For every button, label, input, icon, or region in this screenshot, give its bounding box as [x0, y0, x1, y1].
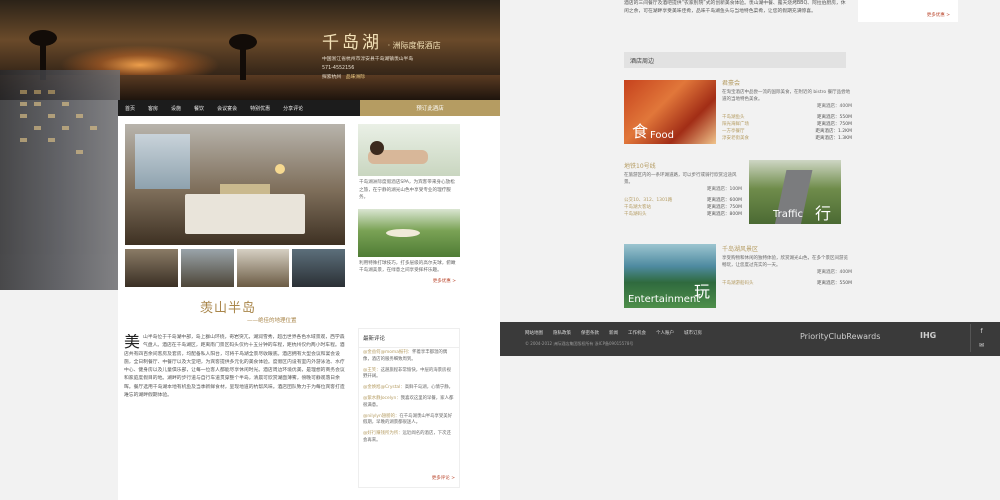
traffic-char: 行 [815, 204, 832, 223]
priority-club-logo[interactable]: PriorityClubRewards [800, 332, 880, 341]
poi-name[interactable]: 千岛湖风景区 [722, 246, 852, 253]
section-subtitle: ——绝佳的地理位置 [247, 318, 297, 324]
review-item[interactable]: @紫水静Jocelyn：我喜欢这里的早餐，家人都很满意。 [359, 394, 459, 412]
spa-text: 千岛湖洲际度假酒店SPA，为宾客带来身心放松之旅，在宁静的湖光山色中享受专业的理… [359, 180, 455, 200]
footer-link[interactable]: 隐私政策 [553, 330, 571, 336]
poi-row[interactable]: 公交10、312、1301路 距离酒店：600M [624, 197, 742, 204]
entertainment-caption: Entertainment [628, 294, 701, 305]
card-more-link[interactable]: 更多优惠 > [927, 12, 954, 18]
address-line: 中国浙江省杭州市淳安县千岛湖镇羡山半岛 [322, 57, 414, 62]
mail-icon[interactable]: ✉ [970, 338, 992, 352]
poi-row[interactable]: 千岛湖大客站 距离酒店：750M [624, 204, 742, 211]
brand-subtitle: · 洲际度假酒店 [387, 41, 441, 50]
room-bed [185, 194, 305, 234]
nav-rooms[interactable]: 客房 [148, 105, 158, 112]
footer-link[interactable]: 个人账户 [656, 330, 674, 336]
book-hotel-button[interactable]: 预订此酒店 [360, 100, 500, 116]
facebook-icon[interactable]: f [970, 324, 992, 338]
nav-facilities[interactable]: 设施 [171, 105, 181, 112]
gallery-thumb[interactable] [236, 249, 290, 287]
footer-link[interactable]: 保密条款 [581, 330, 599, 336]
copyright: © 2004-2012 洲际酒店集团版权所有 浙ICP备09015578号 [525, 341, 634, 346]
ihg-logo[interactable]: IHG [920, 331, 936, 340]
poi-entertainment: 千岛湖风景区 享受购物和休闲的独特体验，欣赏湖光山色，在多个景区间游览畅玩，让您… [722, 246, 852, 287]
gallery-thumb[interactable] [125, 249, 178, 287]
poi-row[interactable]: 千岛湖游船码头 距离酒店：550M [722, 280, 852, 287]
food-char: 食 [632, 122, 649, 141]
footer-link[interactable]: 城市订房 [684, 330, 702, 336]
offers-sidebar: 千岛湖洲际度假酒店SPA，为宾客带来身心放松之旅，在宁静的湖光山色中享受专业的理… [358, 124, 460, 284]
review-item[interactable]: @金焕旭@Crystal：高鲜千岛湖，心情宁静。 [359, 383, 459, 394]
poi-row[interactable]: 千岛湖鱼头 距离酒店：550M [722, 114, 852, 121]
footer-links: 网站地图 隐私政策 保密条款 新闻 工作机会 个人账户 城市订房 [525, 330, 702, 336]
nav-offers[interactable]: 特别优惠 [250, 105, 270, 112]
article-text: 山半岛位于千岛湖中部，岛上群山环绕，奇岩突兀，湖润雪秀，超出世界各色水域景观，西… [124, 335, 345, 399]
more-offers-link[interactable]: 更多优惠 > [358, 278, 460, 284]
review-item[interactable]: @好行赚钱所为所：远近闻名的酒店，下次还会再来。 [359, 429, 459, 447]
poi-distance: 距离酒店：100M [707, 187, 742, 192]
main-nav: 首页 客房 设施 餐饮 会议宴会 特别优惠 分享评论 预订此酒店 [118, 100, 500, 116]
address-block: 中国浙江省杭州市淳安县千岛湖镇羡山半岛 571-4552156 探索杭州 品味洲… [322, 55, 413, 82]
offer-card: 更多优惠 > [858, 0, 958, 22]
poi-row[interactable]: 千岛湖码头 距离酒店：800M [624, 211, 742, 218]
gallery-thumb[interactable] [180, 249, 234, 287]
room-window [135, 134, 190, 189]
social-links: f ✉ [970, 324, 994, 352]
drop-cap: 美 [124, 334, 141, 351]
spa-image[interactable] [358, 124, 460, 176]
more-reviews-link[interactable]: 更多评论 > [432, 475, 459, 481]
phone-line: 571-4552156 [322, 66, 355, 71]
poi-name[interactable]: 地铁10号线 [624, 163, 742, 170]
palm-canopy [29, 30, 57, 46]
poi-desc: 在淘宝酒店中品尝一流的国际美食，在附近的 bistro 餐厅品尝地道的当地特色美… [722, 90, 851, 102]
site-footer: 网站地图 隐私政策 保密条款 新闻 工作机会 个人账户 城市订房 © 2004-… [500, 322, 1000, 356]
poi-name[interactable]: 君豪会 [722, 80, 852, 87]
brand-name: 千岛湖 [322, 33, 382, 53]
food-image[interactable]: 食 Food [624, 80, 716, 144]
entertainment-image[interactable]: 玩 Entertainment [624, 244, 716, 308]
food-caption: Food [650, 130, 674, 141]
review-item[interactable]: @nilylyn翅膀的：在千岛湖羡山半岛享受美好假期，早晚的湖景都很迷人。 [359, 412, 459, 430]
poi-desc: 享受购物和休闲的独特体验，欣赏湖光山色，在多个景区间游览畅玩，让您度过充实的一天… [722, 256, 848, 268]
nav-meetings[interactable]: 会议宴会 [217, 105, 237, 112]
hotel-building-image [0, 70, 120, 290]
poi-food: 君豪会 在淘宝酒店中品尝一流的国际美食，在附近的 bistro 餐厅品尝地道的当… [722, 80, 852, 142]
room-photo[interactable] [125, 124, 345, 245]
traffic-image[interactable]: Traffic 行 [749, 160, 841, 224]
nav-dining[interactable]: 餐饮 [194, 105, 204, 112]
explore-link[interactable]: 探索杭州 [322, 75, 341, 80]
poi-row[interactable]: 一方亭餐厅 距离酒店：1.2KM [722, 128, 852, 135]
room-lamp [275, 164, 285, 174]
poi-desc: 在旅游区内的一条环湖道路，可以步行或骑行欣赏沿途风景。 [624, 173, 737, 185]
footer-link[interactable]: 工作机会 [628, 330, 646, 336]
nearby-header: 酒店周边 [624, 52, 846, 68]
poi-row[interactable]: 淳安老街美食 距离酒店：1.3KM [722, 135, 852, 142]
hotel-brand[interactable]: 千岛湖 · 洲际度假酒店 [322, 28, 441, 53]
nav-home[interactable]: 首页 [125, 105, 135, 112]
palm-canopy [229, 34, 257, 50]
review-item[interactable]: @金益何@moma报刊：怀着享丰都温的偶像，酒店的服务细致周到。 [359, 348, 459, 366]
poi-row[interactable]: 阳光海鲜广场 距离酒店：750M [722, 121, 852, 128]
gallery-thumbnails [125, 249, 345, 287]
golf-image[interactable] [358, 208, 460, 257]
traffic-caption: Traffic [773, 209, 804, 220]
review-item[interactable]: @王笑：这趟旅程非常愉快，中层的海景房视野开阔。 [359, 366, 459, 384]
poi-distance: 距离酒店：400M [817, 104, 852, 109]
section-title: 羡山半岛 [200, 301, 257, 316]
nav-reviews[interactable]: 分享评论 [283, 105, 303, 112]
spa-head [370, 141, 384, 155]
golf-bunker [386, 228, 420, 237]
reviews-title: 最新评论 [359, 329, 459, 348]
footer-link[interactable]: 新闻 [609, 330, 618, 336]
latest-reviews: 最新评论 @金益何@moma报刊：怀着享丰都温的偶像，酒店的服务细致周到。 @王… [358, 328, 460, 488]
poi-traffic: 地铁10号线 在旅游区内的一条环湖道路，可以步行或骑行欣赏沿途风景。 距离酒店：… [624, 163, 742, 218]
golf-text: 利用特殊打球技巧，打多层级的高尔夫球，俯瞰千岛湖美景，在绿意之间享受挥杆乐趣。 [359, 260, 456, 274]
article-body: 美 山半岛位于千岛湖中部，岛上群山环绕，奇岩突兀，湖润雪秀，超出世界各色水域景观… [124, 334, 346, 500]
taste-link[interactable]: 品味洲际 [346, 75, 365, 80]
gallery-thumb[interactable] [292, 249, 345, 287]
footer-link[interactable]: 网站地图 [525, 330, 543, 336]
dining-text: 酒店的三间餐厅及酒吧提供“农家别院”式的创新美食体验。羡山湖中餐、露天烧烤BBQ… [624, 1, 846, 15]
poi-distance: 距离酒店：400M [817, 270, 852, 275]
